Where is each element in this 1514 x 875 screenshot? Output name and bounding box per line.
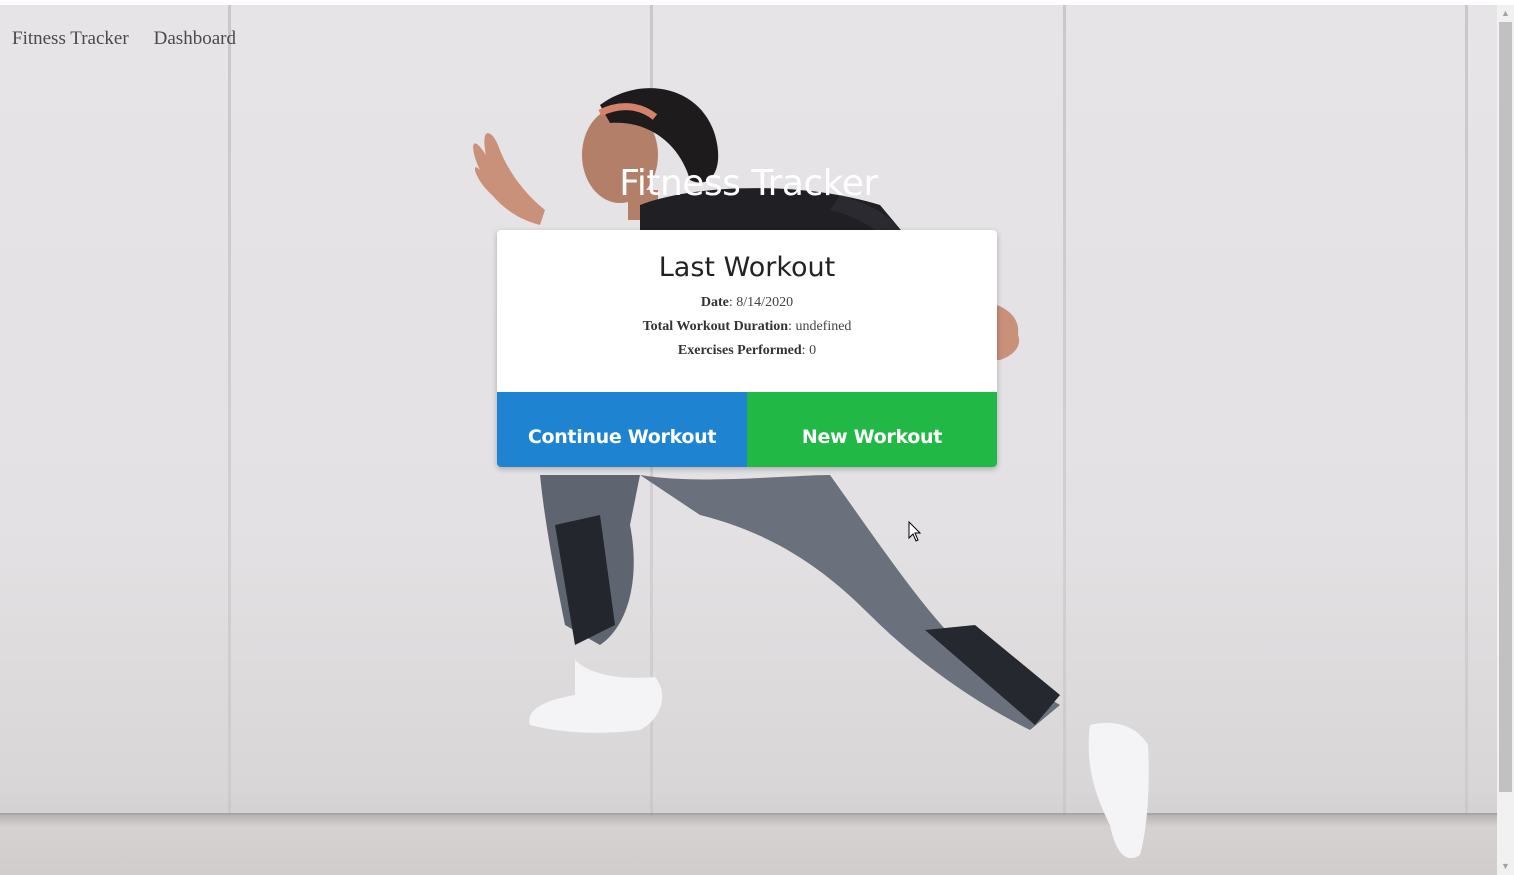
scroll-down-icon[interactable]: ▼ — [1497, 858, 1514, 875]
scroll-up-icon[interactable]: ▲ — [1497, 5, 1514, 22]
card-actions: Continue Workout New Workout — [497, 392, 997, 467]
stat-value: 0 — [809, 343, 817, 358]
arrow-cursor-icon — [908, 521, 922, 542]
stat-exercises: Exercises Performed: 0 — [677, 343, 817, 358]
stat-date: Date: 8/14/2020 — [700, 295, 794, 310]
last-workout-card: Last Workout Date: 8/14/2020 Total Worko… — [497, 230, 997, 467]
scroll-thumb[interactable] — [1499, 22, 1512, 792]
browser-viewport: Fitness Tracker Dashboard Fitness Tracke… — [0, 0, 1514, 875]
stat-label: Total Workout Duration — [642, 319, 789, 334]
card-body: Last Workout Date: 8/14/2020 Total Worko… — [497, 230, 997, 392]
stat-label: Exercises Performed — [677, 343, 802, 358]
top-nav: Fitness Tracker Dashboard — [0, 28, 236, 50]
page-title: Fitness Tracker — [619, 163, 878, 204]
stat-label: Date — [700, 295, 729, 310]
stat-value: undefined — [795, 319, 852, 334]
nav-brand-link[interactable]: Fitness Tracker — [12, 28, 129, 50]
vertical-scrollbar[interactable]: ▲ ▼ — [1497, 5, 1514, 875]
continue-workout-button[interactable]: Continue Workout — [497, 392, 747, 467]
stat-value: 8/14/2020 — [736, 295, 794, 310]
nav-dashboard-link[interactable]: Dashboard — [154, 28, 236, 50]
stat-duration: Total Workout Duration: undefined — [642, 319, 852, 334]
card-title: Last Workout — [658, 252, 836, 283]
new-workout-button[interactable]: New Workout — [747, 392, 997, 467]
